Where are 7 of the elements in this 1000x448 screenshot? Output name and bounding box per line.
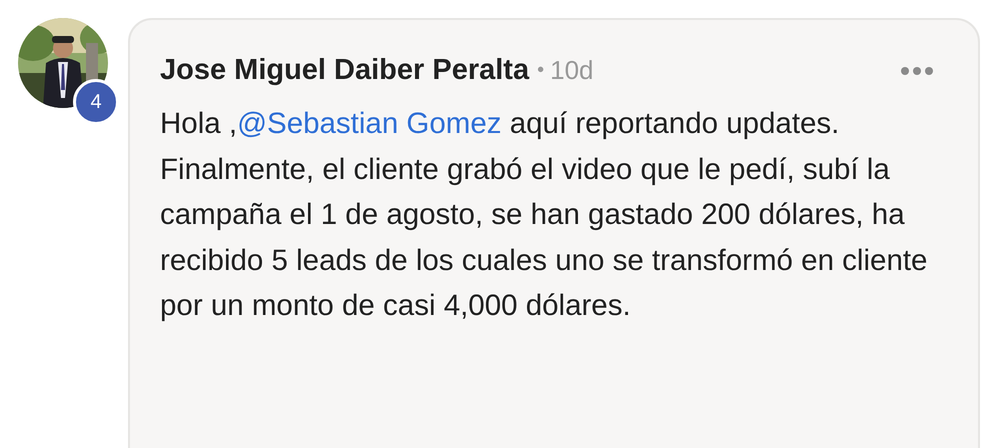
more-icon[interactable] [900, 66, 934, 76]
mention-link[interactable]: @Sebastian Gomez [237, 107, 502, 140]
author-name[interactable]: Jose Miguel Daiber Peralta [160, 54, 530, 87]
separator: • [537, 59, 544, 82]
badge: 4 [73, 79, 119, 125]
timestamp: 10d [550, 55, 594, 86]
comment-text: Hola ,@Sebastian Gomez aquí reportando updates. Finalmente, el cliente grabó el video que le pedí, subí la campaña el 1 de agosto, se han gastado 200 dólares, ha recibido 5 leads de los cuales uno se transformó en cliente por un monto de casi 4,000 dólares. [160, 106, 928, 324]
